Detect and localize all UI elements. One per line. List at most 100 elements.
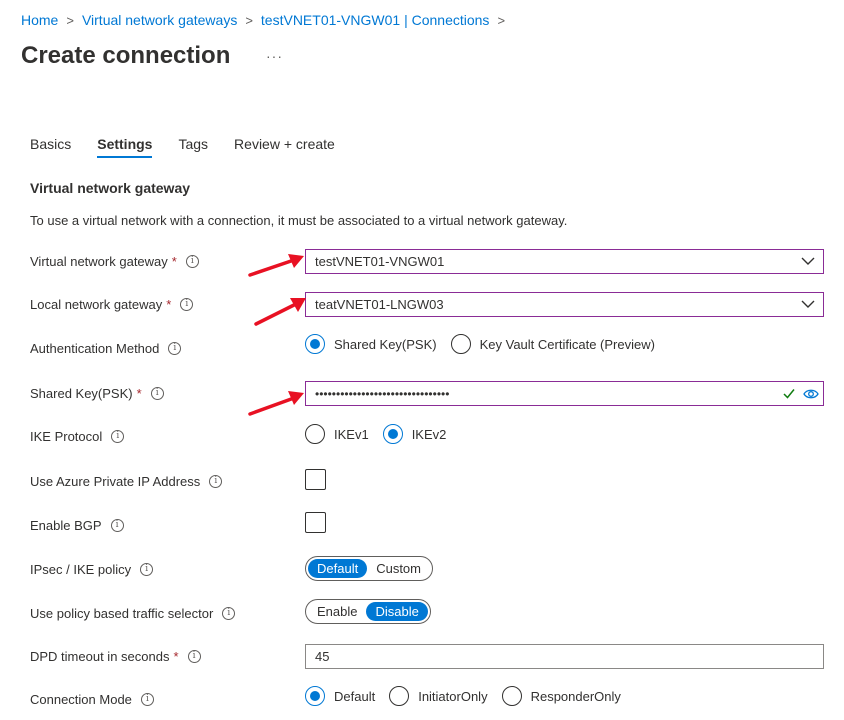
info-icon[interactable]: i — [110, 519, 124, 532]
breadcrumb: Home > Virtual network gateways > testVN… — [21, 12, 513, 28]
required-marker: * — [166, 297, 172, 312]
ipsec-label-text: IPsec / IKE policy — [30, 562, 132, 577]
conn-mode-radio-initiator-only[interactable]: InitiatorOnly — [389, 686, 488, 706]
tab-review-create[interactable]: Review + create — [234, 136, 335, 158]
eye-icon[interactable] — [803, 388, 819, 400]
psk-label-text: Shared Key(PSK) — [30, 386, 133, 401]
annotation-arrow-icon — [254, 298, 306, 326]
info-icon[interactable]: i — [168, 342, 182, 355]
tab-basics[interactable]: Basics — [30, 136, 71, 158]
radio-label: IKEv2 — [411, 426, 447, 442]
required-marker: * — [136, 386, 142, 401]
annotation-arrow-icon — [248, 391, 304, 416]
radio-label: InitiatorOnly — [418, 688, 488, 704]
breadcrumb-home[interactable]: Home — [21, 12, 58, 28]
chevron-down-icon — [801, 300, 815, 308]
info-icon[interactable]: i — [222, 607, 236, 620]
radio-selected-icon — [305, 334, 325, 354]
policy-selector-option-disable[interactable]: Disable — [366, 602, 428, 621]
ike-radio-ikev2[interactable]: IKEv2 — [382, 424, 447, 444]
conn-mode-label: Connection Mode i — [30, 692, 154, 707]
required-marker: * — [171, 254, 177, 269]
ipsec-option-default[interactable]: Default — [308, 559, 368, 578]
info-icon[interactable]: i — [140, 563, 154, 576]
radio-selected-icon — [382, 424, 403, 444]
radio-label: IKEv1 — [334, 426, 369, 442]
auth-radio-shared-key[interactable]: Shared Key(PSK) — [305, 334, 437, 354]
radio-label: ResponderOnly — [530, 688, 621, 704]
radio-label: Default — [334, 688, 376, 704]
checkmark-icon — [783, 389, 795, 399]
info-icon[interactable]: i — [150, 387, 164, 400]
ike-label-text: IKE Protocol — [30, 429, 103, 444]
tab-bar: Basics Settings Tags Review + create — [30, 136, 361, 158]
psk-label: Shared Key(PSK) * i — [30, 386, 164, 401]
info-icon[interactable]: i — [111, 430, 125, 443]
radio-selected-icon — [305, 686, 325, 706]
required-marker: * — [173, 649, 179, 664]
more-options-button[interactable]: ··· — [266, 48, 283, 64]
vng-dropdown[interactable]: testVNET01-VNGW01 — [305, 249, 824, 274]
private-ip-checkbox[interactable] — [305, 469, 326, 490]
dpd-label: DPD timeout in seconds * i — [30, 649, 201, 664]
radio-unselected-icon — [501, 686, 522, 706]
conn-mode-radio-default[interactable]: Default — [305, 686, 375, 706]
info-icon[interactable]: i — [180, 298, 194, 311]
tab-tags[interactable]: Tags — [178, 136, 208, 158]
auth-label: Authentication Method i — [30, 341, 182, 356]
vng-label: Virtual network gateway * i — [30, 254, 199, 269]
bgp-label-text: Enable BGP — [30, 518, 102, 533]
psk-masked-value: •••••••••••••••••••••••••••••••• — [315, 386, 450, 401]
info-icon[interactable]: i — [209, 475, 223, 488]
radio-label: Key Vault Certificate (Preview) — [479, 336, 655, 352]
ipsec-label: IPsec / IKE policy i — [30, 562, 154, 577]
radio-unselected-icon — [450, 334, 471, 354]
chevron-down-icon — [801, 257, 815, 265]
radio-label: Shared Key(PSK) — [334, 336, 437, 352]
conn-mode-radio-group: Default InitiatorOnly ResponderOnly — [305, 686, 635, 706]
dpd-input[interactable]: 45 — [305, 644, 824, 669]
section-title: Virtual network gateway — [30, 180, 191, 196]
tab-settings[interactable]: Settings — [97, 136, 153, 158]
lng-label: Local network gateway * i — [30, 297, 194, 312]
ike-label: IKE Protocol i — [30, 429, 125, 444]
section-description: To use a virtual network with a connecti… — [30, 213, 568, 228]
page-title: Create connection — [21, 42, 231, 69]
private-ip-label: Use Azure Private IP Address i — [30, 474, 223, 489]
bgp-label: Enable BGP i — [30, 518, 124, 533]
breadcrumb-separator: > — [66, 12, 74, 28]
info-icon[interactable]: i — [140, 693, 154, 706]
radio-unselected-icon — [305, 424, 325, 444]
lng-label-text: Local network gateway — [30, 297, 163, 312]
auth-radio-group: Shared Key(PSK) Key Vault Certificate (P… — [305, 334, 669, 354]
dpd-input-value: 45 — [315, 649, 330, 664]
info-icon[interactable]: i — [185, 255, 199, 268]
dpd-label-text: DPD timeout in seconds — [30, 649, 170, 664]
ipsec-toggle: Default Custom — [305, 556, 433, 581]
policy-selector-label: Use policy based traffic selector i — [30, 606, 236, 621]
auth-radio-key-vault[interactable]: Key Vault Certificate (Preview) — [450, 334, 655, 354]
breadcrumb-connections[interactable]: testVNET01-VNGW01 | Connections — [261, 12, 490, 28]
ike-radio-group: IKEv1 IKEv2 — [305, 424, 460, 444]
vng-label-text: Virtual network gateway — [30, 254, 168, 269]
breadcrumb-separator: > — [497, 12, 506, 28]
policy-selector-label-text: Use policy based traffic selector — [30, 606, 214, 621]
radio-unselected-icon — [389, 686, 410, 706]
vng-dropdown-value: testVNET01-VNGW01 — [315, 254, 445, 269]
lng-dropdown-value: teatVNET01-LNGW03 — [315, 297, 444, 312]
policy-selector-toggle: Enable Disable — [305, 599, 431, 624]
annotation-arrow-icon — [248, 254, 304, 277]
info-icon[interactable]: i — [187, 650, 201, 663]
breadcrumb-separator: > — [245, 12, 253, 28]
bgp-checkbox[interactable] — [305, 512, 326, 533]
breadcrumb-virtual-network-gateways[interactable]: Virtual network gateways — [82, 12, 237, 28]
conn-mode-label-text: Connection Mode — [30, 692, 132, 707]
policy-selector-option-enable[interactable]: Enable — [308, 602, 366, 621]
lng-dropdown[interactable]: teatVNET01-LNGW03 — [305, 292, 824, 317]
conn-mode-radio-responder-only[interactable]: ResponderOnly — [501, 686, 621, 706]
private-ip-label-text: Use Azure Private IP Address — [30, 474, 201, 489]
auth-label-text: Authentication Method — [30, 341, 160, 356]
ike-radio-ikev1[interactable]: IKEv1 — [305, 424, 369, 444]
ipsec-option-custom[interactable]: Custom — [367, 559, 430, 578]
psk-input[interactable]: •••••••••••••••••••••••••••••••• — [305, 381, 824, 406]
